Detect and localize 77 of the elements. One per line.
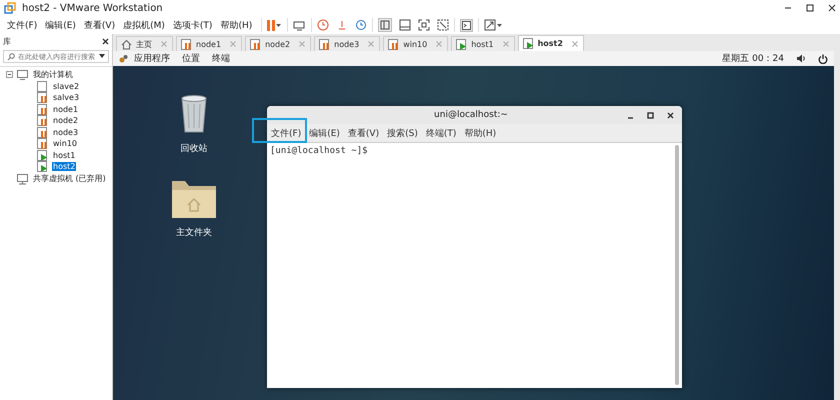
tree-item[interactable]: win10 [52,139,78,148]
fullscreen-icon[interactable] [418,19,430,31]
menu-item[interactable]: 应用程序 [134,52,170,65]
icon-label: 回收站 [180,142,208,155]
clock-text[interactable]: 星期五 00：24 [722,52,784,65]
maximize-icon[interactable] [647,112,654,118]
caret-icon[interactable] [99,54,105,59]
tree-item[interactable]: host2 [52,162,76,172]
tree-item[interactable]: 我的计算机 [32,69,74,80]
apps-icon [119,54,128,63]
menu-item[interactable]: 文件(F) [271,126,302,140]
tab[interactable]: node3 [314,36,380,51]
caret-icon[interactable] [275,22,282,28]
menu-item[interactable]: 查看(V) [348,126,380,140]
tree-item[interactable]: 共享虚拟机 (已弃用) [32,172,107,184]
vm-running-icon [36,148,49,162]
vm-paused-icon [36,137,49,150]
expander-icon[interactable] [6,71,13,78]
computer-icon [16,68,29,82]
console-icon[interactable] [460,18,474,32]
tab[interactable]: 主页 [116,36,173,51]
menu-item[interactable]: 位置 [182,52,200,65]
folder-icon[interactable] [171,178,217,220]
stretch-icon[interactable] [484,19,496,31]
vm-paused-icon [36,91,49,104]
shared-vm-icon [16,172,29,185]
tree-item[interactable]: host1 [52,150,76,160]
close-icon[interactable] [667,112,674,118]
scrollbar[interactable] [675,145,679,385]
menu-item[interactable]: 帮助(H) [464,126,496,140]
tab[interactable]: host2 [518,35,584,51]
power-icon[interactable] [818,54,828,64]
sidebar-view-icon[interactable] [378,18,392,32]
vm-paused-icon [36,126,49,139]
vm-running-icon [522,37,535,50]
snapshot-manager-icon[interactable] [355,19,368,31]
bottom-panel-icon[interactable] [399,19,412,31]
menu-item[interactable]: 编辑(E) [309,126,340,140]
close-icon[interactable] [828,4,836,12]
tree-item[interactable]: node1 [52,104,80,114]
panel-title: 库 [3,36,11,47]
tree-item[interactable]: salve3 [52,93,80,102]
menu-item[interactable]: 选项卡(T) [168,18,216,32]
tab[interactable]: node2 [245,36,312,51]
window-title: uni@localhost:~ [433,110,509,120]
app-logo-icon [4,2,16,14]
close-icon[interactable] [102,38,109,45]
menu-item[interactable]: 查看(V) [80,18,120,32]
tree-item[interactable]: node3 [52,128,80,137]
menu-item[interactable]: 终端 [212,52,230,65]
terminal-prompt: [uni@localhost ~]$ [269,145,369,158]
vm-icon [36,80,49,93]
home-icon [120,38,133,50]
maximize-icon[interactable] [806,4,814,12]
tab[interactable]: host1 [451,36,515,51]
menu-item[interactable]: 编辑(E) [41,18,80,32]
vm-running-icon [36,160,49,174]
caret-icon[interactable] [496,22,504,28]
menu-item[interactable]: 终端(T) [426,126,456,140]
pause-icon[interactable] [267,20,276,30]
menu-item[interactable]: 文件(F) [3,18,42,32]
tree-item[interactable]: node2 [52,116,80,126]
highlight-frame [252,118,307,143]
search-icon [7,52,15,60]
tab[interactable]: win10 [383,36,448,51]
vm-paused-icon [36,114,49,128]
volume-icon[interactable] [796,54,806,63]
tree-item[interactable]: slave2 [52,82,80,91]
clock-icon[interactable] [317,19,330,31]
vm-paused-icon [36,102,49,116]
menu-item[interactable]: 虚拟机(M) [119,18,169,32]
tab[interactable]: node1 [176,36,242,51]
menu-item[interactable]: 搜索(S) [387,126,418,140]
icon-label: 主文件夹 [176,226,212,239]
send-keys-icon[interactable] [293,19,306,31]
menu-item[interactable]: 帮助(H) [216,18,256,32]
window-title: host2 - VMware Workstation [22,2,163,14]
